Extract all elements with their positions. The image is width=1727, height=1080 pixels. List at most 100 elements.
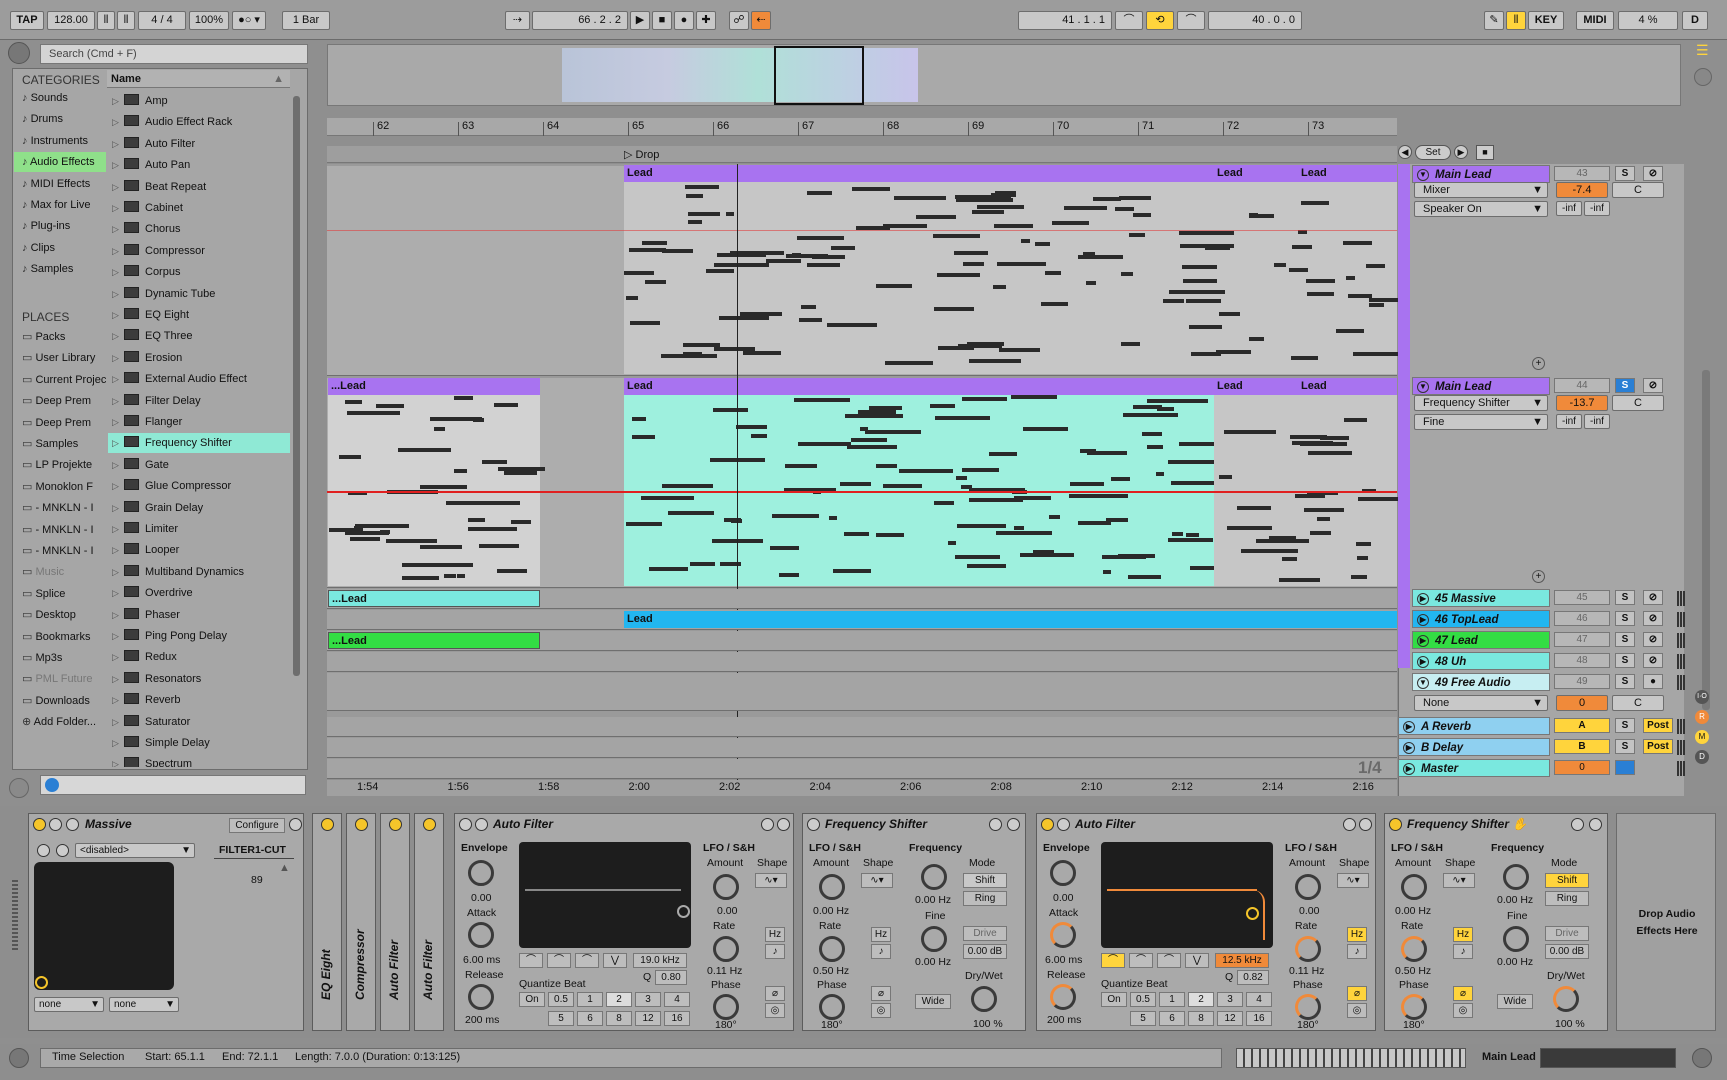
rate-knob[interactable] [1295, 936, 1321, 962]
filter-type-bp[interactable]: ⌒ [1157, 953, 1181, 968]
midi-note[interactable] [632, 417, 646, 421]
midi-note[interactable] [688, 212, 720, 216]
midi-note[interactable] [645, 280, 666, 284]
expand-icon[interactable]: ▷ [112, 112, 124, 132]
browser-item[interactable]: ▷ Phaser [108, 605, 290, 625]
nudge-down-icon[interactable]: ⦀ [97, 11, 115, 30]
place-item[interactable]: ▭ Bookmarks [14, 627, 106, 647]
place-item[interactable]: ▭ Desktop [14, 605, 106, 625]
frequency-knob[interactable] [921, 864, 947, 890]
expand-icon[interactable]: ▷ [112, 219, 124, 239]
nudge-up-icon[interactable]: ⦀ [117, 11, 135, 30]
param-scroll-icon[interactable]: ▲ [279, 862, 290, 874]
filter-type-notch[interactable]: ⋁ [603, 953, 627, 968]
midi-note[interactable] [1336, 329, 1364, 333]
midi-note[interactable] [840, 482, 871, 486]
metronome-icon[interactable]: ●○ ▾ [232, 11, 266, 30]
midi-note[interactable] [798, 442, 851, 446]
mini-device-view[interactable] [1540, 1048, 1676, 1068]
filter-type-bp[interactable]: ⌒ [575, 953, 599, 968]
quantize-button[interactable]: 4 [664, 992, 690, 1007]
browser-item[interactable]: ▷ Erosion [108, 348, 290, 368]
midi-note[interactable] [1224, 430, 1276, 434]
expand-icon[interactable]: ▷ [112, 305, 124, 325]
expand-icon[interactable]: ▷ [112, 712, 124, 732]
expand-icon[interactable]: ▷ [112, 540, 124, 560]
device-eq-eight[interactable]: EQ Eight [312, 813, 342, 1031]
midi-note[interactable] [376, 404, 404, 408]
expand-icon[interactable]: ▷ [112, 562, 124, 582]
midi-note[interactable] [1369, 303, 1384, 307]
device-power-icon[interactable] [355, 818, 368, 831]
track-header-a-reverb[interactable]: ▶ A Reverb [1398, 717, 1550, 735]
midi-note[interactable] [1310, 531, 1331, 535]
midi-note[interactable] [479, 544, 519, 548]
expand-icon[interactable]: ▷ [112, 754, 124, 767]
track-header-48-uh[interactable]: ▶ 48 Uh [1412, 652, 1550, 670]
device-auto-filter-2[interactable]: Auto Filter Envelope 0.00 Attack 6.00 ms… [1036, 813, 1376, 1031]
arm-button[interactable]: ⊘ [1643, 166, 1663, 181]
clip-lead-5[interactable]: Lead [1214, 378, 1298, 395]
midi-note[interactable] [930, 404, 955, 408]
drywet-knob[interactable] [971, 986, 997, 1012]
clip-lead-3[interactable]: Lead [1298, 165, 1397, 182]
fold-icon[interactable]: ▶ [1417, 635, 1429, 647]
filter-q[interactable]: 0.80 [655, 970, 687, 985]
midi-note[interactable] [1320, 436, 1349, 440]
midi-note[interactable] [899, 469, 953, 473]
sync-button[interactable]: ♪ [871, 944, 891, 959]
midi-note[interactable] [967, 564, 1006, 568]
clip-lead-4[interactable]: Lead [624, 378, 1214, 395]
browser-item[interactable]: ▷ Grain Delay [108, 498, 290, 518]
fine-knob[interactable] [1503, 926, 1529, 952]
midi-note[interactable] [829, 516, 837, 520]
play-icon[interactable]: ▶ [630, 11, 650, 30]
midi-note[interactable] [1171, 481, 1214, 485]
midi-note[interactable] [876, 464, 897, 468]
midi-note[interactable] [630, 321, 660, 325]
save-icon[interactable] [1589, 818, 1602, 831]
device-save-icon[interactable] [289, 818, 302, 831]
midi-note[interactable] [1274, 263, 1286, 267]
browser-item[interactable]: ▷ EQ Eight [108, 305, 290, 325]
browser-item[interactable]: ▷ Looper [108, 540, 290, 560]
solo-button[interactable]: S [1615, 632, 1635, 647]
device-auto-filter-1[interactable]: Auto Filter Envelope 0.00 Attack 6.00 ms… [454, 813, 794, 1031]
place-item[interactable]: ▭ Deep Prem [14, 413, 106, 433]
browser-item[interactable]: ▷ Audio Effect Rack [108, 112, 290, 132]
midi-note[interactable] [1021, 239, 1030, 243]
midi-note[interactable] [801, 305, 816, 309]
overview-icon-top[interactable]: ☰ [1696, 42, 1710, 60]
place-item[interactable]: ▭ Samples [14, 434, 106, 454]
place-item[interactable]: ▭ Packs [14, 327, 106, 347]
midi-note[interactable] [1186, 533, 1199, 537]
preview-icon[interactable] [45, 778, 59, 792]
arm-button[interactable]: ⊘ [1643, 632, 1663, 647]
midi-note[interactable] [954, 251, 988, 255]
midi-note[interactable] [386, 539, 437, 543]
track-pan[interactable]: C [1612, 395, 1664, 411]
midi-note[interactable] [706, 269, 734, 273]
midi-note[interactable] [1351, 575, 1367, 579]
midi-note[interactable] [714, 263, 769, 267]
phase-mode-button[interactable]: ⌀ [871, 986, 891, 1001]
midi-note[interactable] [1306, 279, 1335, 283]
expand-icon[interactable]: ▷ [112, 369, 124, 389]
midi-note[interactable] [1179, 231, 1234, 235]
midi-note[interactable] [444, 574, 456, 578]
midi-note[interactable] [662, 484, 713, 488]
midi-note[interactable] [730, 251, 784, 255]
category-midi-effects[interactable]: ♪ MIDI Effects [14, 174, 106, 194]
device-power-icon[interactable] [423, 818, 436, 831]
quantize-button[interactable]: 0.5 [548, 992, 574, 1007]
overview-icon-bottom[interactable] [1694, 68, 1712, 86]
midi-note[interactable] [1186, 299, 1221, 303]
hot-swap-icon[interactable] [989, 818, 1002, 831]
quantize-button[interactable]: 5 [1130, 1011, 1156, 1026]
midi-note[interactable] [1106, 518, 1128, 522]
midi-note[interactable] [1172, 532, 1183, 536]
midi-note[interactable] [937, 273, 980, 277]
midi-note[interactable] [1111, 477, 1130, 481]
midi-note[interactable] [473, 418, 484, 422]
device-wrench-icon[interactable] [66, 818, 79, 831]
